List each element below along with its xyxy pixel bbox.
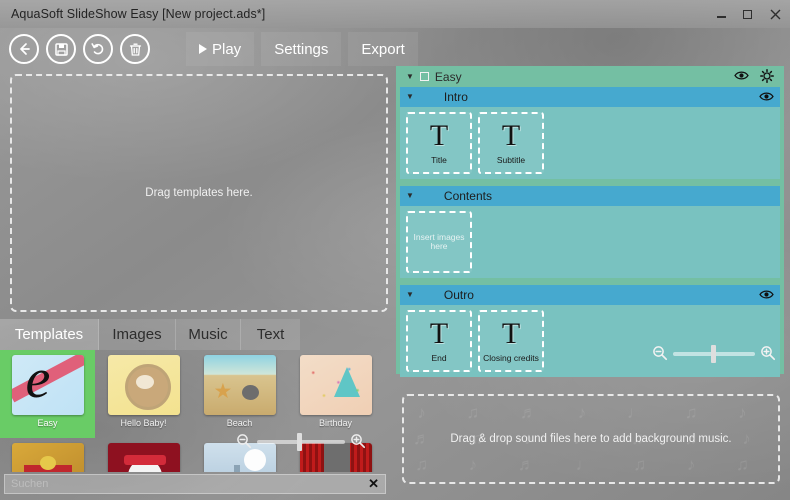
section-divider (400, 278, 780, 285)
section-header-intro[interactable]: ▼ Intro (400, 87, 780, 107)
tab-templates-label: Templates (14, 326, 84, 343)
section-items-outro: T End T Closing credits (400, 305, 780, 377)
window-controls (708, 0, 790, 28)
storyboard-item-closing-credits[interactable]: T Closing credits (478, 310, 544, 372)
project-checkbox[interactable] (419, 72, 429, 81)
template-item-birthday[interactable]: Birthday (288, 350, 383, 438)
section-title: Contents (443, 189, 492, 203)
template-zoom-slider[interactable] (236, 430, 366, 454)
music-dropzone-label: Drag & drop sound files here to add back… (450, 433, 732, 445)
undo-icon[interactable] (83, 34, 113, 64)
tab-templates[interactable]: Templates (0, 319, 99, 350)
template-dropzone[interactable]: Drag templates here. (10, 74, 388, 312)
section-title: Intro (443, 90, 468, 104)
tab-images-label: Images (112, 326, 162, 343)
clear-search-icon[interactable]: ✕ (362, 476, 379, 492)
template-label: Beach (226, 418, 253, 428)
chevron-down-icon[interactable]: ▼ (406, 291, 414, 299)
storyboard-item-insert-images[interactable]: Insert images here (406, 211, 472, 273)
eye-visibility-icon[interactable] (734, 70, 749, 83)
settings-label: Settings (274, 40, 329, 58)
close-button[interactable] (760, 0, 790, 28)
search-bar[interactable]: ✕ (4, 474, 386, 494)
title-bar: AquaSoft SlideShow Easy [New project.ads… (0, 0, 790, 28)
eye-visibility-icon[interactable] (759, 91, 774, 104)
minimize-button[interactable] (708, 0, 734, 28)
main-toolbar: Play Settings Export (0, 28, 790, 70)
tab-images[interactable]: Images (99, 319, 176, 350)
template-thumbnail (203, 355, 276, 415)
text-t-icon: T (429, 118, 449, 152)
template-thumbnail (11, 443, 84, 472)
storyboard-item-end[interactable]: T End (406, 310, 472, 372)
section-header-outro[interactable]: ▼ Outro (400, 285, 780, 305)
gear-settings-icon[interactable] (760, 68, 774, 85)
zoom-out-icon[interactable] (652, 345, 668, 364)
section-title: Outro (443, 288, 474, 302)
chevron-down-icon[interactable]: ▼ (406, 72, 414, 81)
eye-visibility-icon[interactable] (759, 289, 774, 302)
floppy-save-icon[interactable] (46, 34, 76, 64)
play-triangle-icon (199, 44, 207, 54)
window-title: AquaSoft SlideShow Easy [New project.ads… (11, 7, 266, 21)
section-items-intro: T Title T Subtitle (400, 107, 780, 179)
storyboard-panel: ▼ Easy ▼ Intro T Title T Subtitle ▼ Cont… (396, 66, 784, 377)
export-button[interactable]: Export (348, 32, 418, 66)
tab-text[interactable]: Text (241, 319, 300, 350)
template-label: Hello Baby! (120, 418, 167, 428)
template-dropzone-label: Drag templates here. (145, 187, 253, 199)
template-label: Easy (37, 418, 58, 428)
zoom-in-icon[interactable] (760, 345, 776, 364)
section-divider (400, 179, 780, 186)
template-label: Birthday (318, 418, 353, 428)
text-t-icon: T (501, 118, 521, 152)
zoom-in-icon[interactable] (350, 433, 366, 452)
tab-music-label: Music (188, 326, 228, 343)
play-button[interactable]: Play (186, 32, 255, 66)
storyboard-item-subtitle[interactable]: T Subtitle (478, 112, 544, 174)
music-dropzone[interactable]: ♪ ♫ ♬ ♪ ♩ ♫ ♪ ♬ ♫ ♪ ♩ ♫ ♬ ♪ ♫ ♪ ♬ ♩ ♫ ♪ … (402, 394, 780, 484)
storyboard-item-label: Insert images here (413, 231, 465, 251)
template-thumbnail (107, 355, 180, 415)
zoom-out-icon[interactable] (236, 433, 252, 452)
project-title: Easy (434, 69, 462, 84)
template-item-hello-baby[interactable]: Hello Baby! (96, 350, 191, 438)
storyboard-item-label: Title (431, 154, 447, 165)
storyboard-item-label: End (431, 352, 447, 363)
chevron-down-icon[interactable]: ▼ (406, 192, 414, 200)
template-thumbnail (107, 443, 180, 472)
tab-music[interactable]: Music (176, 319, 241, 350)
search-input[interactable] (11, 478, 363, 490)
play-label: Play (212, 40, 242, 58)
library-tabs: Templates Images Music Text (0, 319, 300, 350)
template-thumbnail (299, 355, 372, 415)
storyboard-item-title[interactable]: T Title (406, 112, 472, 174)
project-header[interactable]: ▼ Easy (400, 66, 780, 87)
template-thumbnail (11, 355, 84, 415)
export-label: Export (361, 40, 405, 58)
trash-icon[interactable] (120, 34, 150, 64)
section-items-contents: Insert images here (400, 206, 780, 278)
zoom-slider-knob[interactable] (297, 433, 303, 451)
storyboard-item-label: Closing credits (483, 352, 539, 363)
template-item-beach[interactable]: Beach (192, 350, 287, 438)
template-item-easy[interactable]: Easy (0, 350, 95, 438)
storyboard-zoom-slider[interactable] (652, 344, 776, 364)
template-item-row2-1[interactable] (0, 438, 95, 472)
section-header-contents[interactable]: ▼ Contents (400, 186, 780, 206)
back-arrow-icon[interactable] (9, 34, 39, 64)
chevron-down-icon[interactable]: ▼ (406, 93, 414, 101)
template-item-row2-2[interactable] (96, 438, 191, 472)
text-t-icon: T (429, 316, 449, 350)
tab-text-label: Text (256, 326, 285, 343)
text-t-icon: T (501, 316, 521, 350)
settings-button[interactable]: Settings (261, 32, 342, 66)
maximize-button[interactable] (734, 0, 760, 28)
storyboard-zoom-track[interactable] (673, 345, 755, 363)
storyboard-item-label: Subtitle (496, 154, 526, 165)
storyboard-zoom-knob[interactable] (710, 345, 716, 363)
zoom-slider-track[interactable] (257, 433, 345, 451)
